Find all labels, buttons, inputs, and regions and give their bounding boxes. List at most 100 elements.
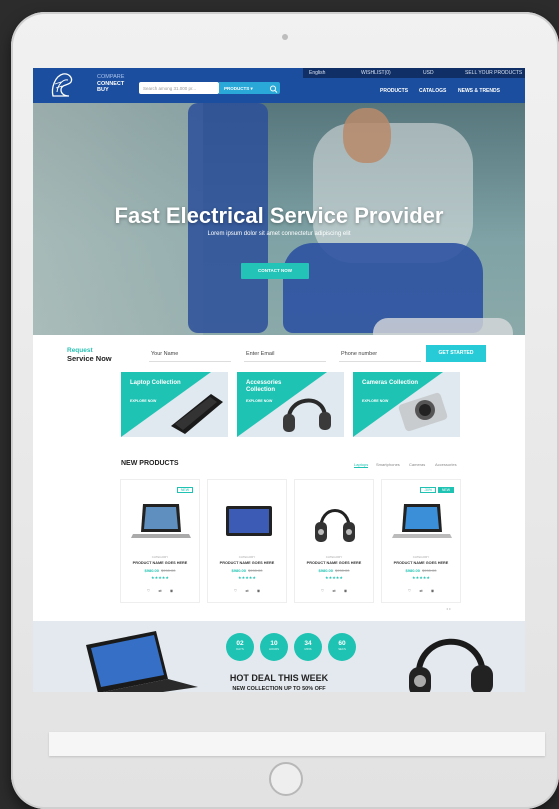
product-name[interactable]: PRODUCT NAME GOES HERE <box>382 561 460 565</box>
discount-badge: -30% <box>419 487 436 493</box>
product-price: $980.00 $990.00 <box>295 568 373 573</box>
currency-selector[interactable]: USD <box>423 70 434 76</box>
rating-stars: ★★★★★ <box>325 575 343 580</box>
nav-catalogs[interactable]: CATALOGS <box>419 88 446 94</box>
countdown-seconds: 60 SECS <box>328 633 356 661</box>
current-price: $980.00 <box>144 568 159 573</box>
search-button[interactable] <box>267 82 280 94</box>
get-started-button[interactable]: GET STARTED <box>426 345 486 362</box>
laptop-product-image <box>392 504 452 538</box>
collection-link[interactable]: EXPLORE NOW <box>130 399 156 403</box>
headphones-product-image <box>315 509 355 542</box>
product-actions: ♡ ⇄ ◉ <box>208 588 286 593</box>
quick-view-icon[interactable]: ◉ <box>257 588 261 593</box>
hero-worker-shirt <box>313 123 473 263</box>
wishlist-link[interactable]: WISHLIST(0) <box>361 70 391 76</box>
quick-view-icon[interactable]: ◉ <box>431 588 435 593</box>
front-camera <box>282 34 288 40</box>
search-input[interactable]: Search among 31.000 pr... <box>139 82 219 94</box>
compare-icon[interactable]: ⇄ <box>419 588 422 593</box>
rating-stars: ★★★★★ <box>412 575 430 580</box>
hot-deal-subtitle: NEW COLLECTION UP TO 50% OFF <box>232 686 326 692</box>
wishlist-icon[interactable]: ♡ <box>234 588 238 593</box>
search-category-label: PRODUCTS <box>224 86 250 91</box>
tab-cameras[interactable]: Cameras <box>409 462 425 467</box>
product-name[interactable]: PRODUCT NAME GOES HERE <box>295 561 373 565</box>
current-price: $980.00 <box>231 568 246 573</box>
old-price: $990.00 <box>422 568 437 573</box>
search-category-select[interactable]: PRODUCTS ▾ <box>219 82 267 94</box>
top-utility-bar: English WISHLIST(0) USD SELL YOUR PRODUC… <box>303 68 525 78</box>
name-field[interactable]: Your Name <box>151 351 178 357</box>
laptop-image <box>171 394 223 434</box>
rating-stars: ★★★★★ <box>151 575 169 580</box>
product-price: $980.00 $990.00 <box>382 568 460 573</box>
email-field-underline <box>244 361 326 362</box>
product-price: $980.00 $990.00 <box>208 568 286 573</box>
hero-cloths <box>373 318 513 335</box>
wishlist-icon[interactable]: ♡ <box>147 588 151 593</box>
product-category: CATEGORY <box>238 555 256 559</box>
product-category: CATEGORY <box>325 555 343 559</box>
product-price: $980.00 $990.00 <box>121 568 199 573</box>
hero-subtitle: Lorem ipsum dolor sit amet connectetur a… <box>207 231 351 237</box>
compare-icon[interactable]: ⇄ <box>158 588 161 593</box>
contact-now-button[interactable]: CONTACT NOW <box>241 263 309 279</box>
quick-view-icon[interactable]: ◉ <box>344 588 348 593</box>
hero-banner: Fast Electrical Service Provider Lorem i… <box>33 103 525 335</box>
compare-icon[interactable]: ⇄ <box>245 588 248 593</box>
product-card[interactable]: CATEGORY PRODUCT NAME GOES HERE $980.00 $… <box>294 479 374 603</box>
email-field[interactable]: Enter Email <box>246 351 274 357</box>
brand-logo-icon[interactable] <box>49 70 77 100</box>
sell-products-link[interactable]: SELL YOUR PRODUCTS <box>465 70 522 76</box>
nav-products[interactable]: PRODUCTS <box>380 88 409 106</box>
cameras-collection-card[interactable]: Cameras Collection EXPLORE NOW <box>353 372 460 437</box>
carousel-arrows[interactable]: ◂ ▸ <box>446 606 451 611</box>
countdown-hours: 10 HOURS <box>260 633 288 661</box>
wishlist-icon[interactable]: ♡ <box>321 588 325 593</box>
countdown-minutes: 34 MINS <box>294 633 322 661</box>
current-price: $980.00 <box>318 568 333 573</box>
language-selector[interactable]: English <box>309 70 325 76</box>
collection-link[interactable]: EXPLORE NOW <box>362 399 388 403</box>
screen-bottom-strip <box>49 732 545 756</box>
hero-title: Fast Electrical Service Provider <box>114 203 444 228</box>
phone-field[interactable]: Phone number <box>341 351 377 357</box>
request-title: Service Now <box>67 354 112 363</box>
hot-deal-title: HOT DEAL THIS WEEK <box>229 673 329 683</box>
product-card[interactable]: CATEGORY PRODUCT NAME GOES HERE $980.00 $… <box>207 479 287 603</box>
old-price: $990.00 <box>335 568 350 573</box>
nav-news-trends[interactable]: NEWS & TRENDS <box>458 88 500 94</box>
product-category: CATEGORY <box>412 555 430 559</box>
product-card[interactable]: -30% NEW CATEGORY PRODUCT NAME GOES HERE… <box>381 479 461 603</box>
accessories-collection-card[interactable]: Accessories Collection EXPLORE NOW <box>237 372 344 437</box>
collection-link[interactable]: EXPLORE NOW <box>246 399 272 403</box>
headphones-image <box>283 398 331 432</box>
search-icon <box>270 85 278 93</box>
product-name[interactable]: PRODUCT NAME GOES HERE <box>208 561 286 565</box>
brand-wordmark: COMPARE CONNECT BUY <box>97 74 125 93</box>
product-actions: ♡ ⇄ ◉ <box>295 588 373 593</box>
compare-icon[interactable]: ⇄ <box>332 588 335 593</box>
hero-worker-head <box>343 108 391 163</box>
laptop-collection-card[interactable]: Laptop Collection EXPLORE NOW <box>121 372 228 437</box>
camera-image <box>398 392 448 432</box>
new-products-title: NEW PRODUCTS <box>121 460 179 467</box>
tab-accessories[interactable]: Accessories <box>435 462 457 467</box>
tab-smartphones[interactable]: Smartphones <box>376 462 400 467</box>
product-card[interactable]: NEW CATEGORY PRODUCT NAME GOES HERE $980… <box>120 479 200 603</box>
new-badge: NEW <box>176 487 193 493</box>
wishlist-icon[interactable]: ♡ <box>408 588 412 593</box>
site-header: English WISHLIST(0) USD SELL YOUR PRODUC… <box>33 68 525 106</box>
old-price: $990.00 <box>248 568 263 573</box>
countdown-days: 02 DAYS <box>226 633 254 661</box>
old-price: $990.00 <box>161 568 176 573</box>
tab-laptops[interactable]: Laptops <box>354 462 369 468</box>
product-category: CATEGORY <box>151 555 169 559</box>
product-actions: ♡ ⇄ ◉ <box>382 588 460 593</box>
home-button[interactable] <box>269 762 303 796</box>
current-price: $980.00 <box>405 568 420 573</box>
phone-field-underline <box>339 361 421 362</box>
quick-view-icon[interactable]: ◉ <box>170 588 174 593</box>
product-name[interactable]: PRODUCT NAME GOES HERE <box>121 561 199 565</box>
